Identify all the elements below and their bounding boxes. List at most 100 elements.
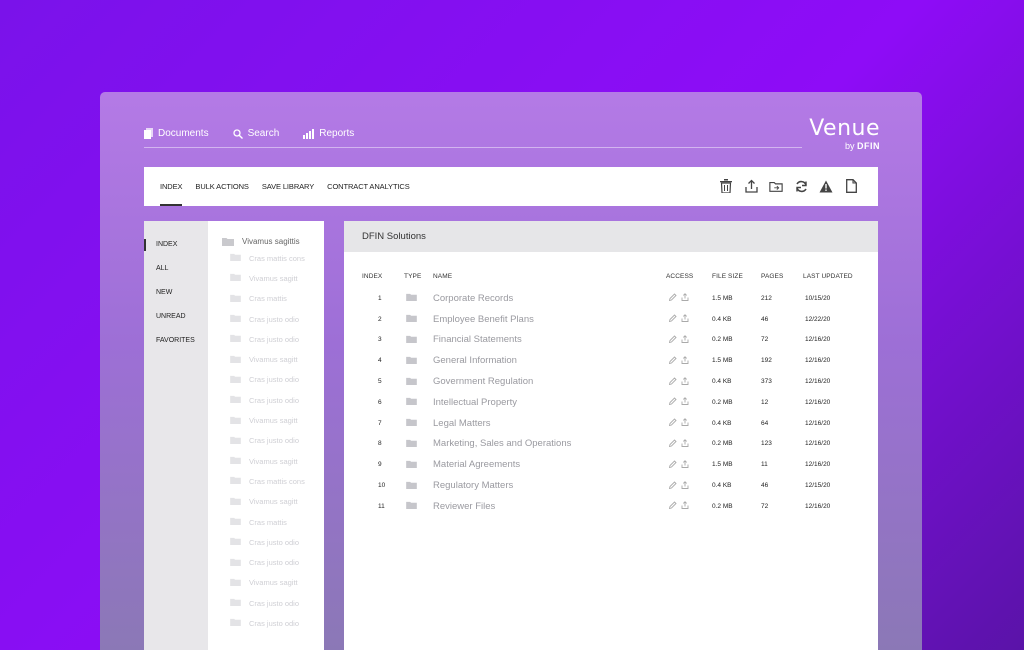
edit-icon[interactable] — [668, 460, 677, 470]
row-index: 11 — [378, 502, 385, 510]
upload-icon[interactable] — [744, 178, 758, 194]
nav-search[interactable]: Search — [232, 128, 280, 139]
leftnav-item[interactable]: ALL — [144, 257, 208, 281]
row-name[interactable]: Government Regulation — [433, 376, 533, 387]
tree-item[interactable]: Vivamus sagitt — [208, 268, 324, 288]
documents-icon — [144, 128, 153, 139]
edit-icon[interactable] — [668, 356, 677, 366]
tab-save-library[interactable]: SAVE LIBRARY — [262, 167, 314, 206]
share-icon[interactable] — [681, 418, 689, 428]
tree-item[interactable]: Cras mattis cons — [208, 471, 324, 491]
share-icon[interactable] — [681, 459, 689, 470]
table-row[interactable]: 11 Reviewer Files 0.2 MB 72 12/16/20 — [344, 496, 878, 517]
tree-item[interactable]: Cras justo odio — [208, 370, 324, 390]
leftnav-item[interactable]: UNREAD — [144, 305, 208, 329]
tree-item[interactable]: Cras justo odio — [208, 309, 324, 329]
tree-item[interactable]: Cras justo odio — [208, 613, 324, 633]
edit-icon[interactable] — [668, 501, 677, 511]
row-name[interactable]: Corporate Records — [433, 293, 513, 304]
tree-item[interactable]: Vivamus sagitt — [208, 349, 324, 369]
trash-icon[interactable] — [719, 178, 733, 194]
table-row[interactable]: 8 Marketing, Sales and Operations 0.2 MB 12… — [344, 434, 878, 455]
col-access[interactable]: ACCESS — [666, 273, 693, 280]
tree-item[interactable]: Cras mattis cons — [208, 248, 324, 268]
top-nav-divider — [144, 147, 802, 148]
edit-icon[interactable] — [668, 397, 677, 407]
share-icon[interactable] — [681, 314, 689, 324]
table-row[interactable]: 4 General Information 1.5 MB 192 12/16/20 — [344, 350, 878, 371]
row-name[interactable]: General Information — [433, 355, 517, 366]
edit-icon[interactable] — [668, 418, 677, 428]
edit-icon[interactable] — [668, 293, 677, 303]
table-row[interactable]: 10 Regulatory Matters 0.4 KB 46 12/15/20 — [344, 475, 878, 496]
tree-item[interactable]: Cras justo odio — [208, 329, 324, 349]
leftnav-item[interactable]: NEW — [144, 281, 208, 305]
edit-icon[interactable] — [668, 335, 677, 345]
share-icon[interactable] — [681, 439, 689, 449]
tab-index[interactable]: INDEX — [160, 167, 183, 206]
col-file-size[interactable]: FILE SIZE — [712, 273, 743, 280]
table-row[interactable]: 1 Corporate Records 1.5 MB 212 10/15/20 — [344, 288, 878, 309]
tree-item[interactable]: Vivamus sagitt — [208, 492, 324, 512]
table-row[interactable]: 7 Legal Matters 0.4 KB 64 12/16/20 — [344, 413, 878, 434]
row-access — [668, 376, 689, 387]
row-file-size: 0.2 MB — [712, 502, 733, 510]
col-type[interactable]: TYPE — [404, 273, 421, 280]
tree-item[interactable]: Cras mattis — [208, 289, 324, 309]
tree-root[interactable]: Vivamus sagittis — [208, 221, 324, 246]
tree-item[interactable]: Cras justo odio — [208, 532, 324, 552]
folder-icon — [230, 598, 241, 608]
share-icon[interactable] — [681, 376, 689, 387]
tab-contract-analytics[interactable]: CONTRACT ANALYTICS — [327, 167, 410, 206]
col-name[interactable]: NAME — [433, 273, 452, 280]
row-index: 5 — [378, 378, 382, 386]
leftnav-item[interactable]: FAVORITES — [144, 329, 208, 353]
folder-icon — [230, 436, 241, 446]
share-icon[interactable] — [681, 293, 689, 303]
row-name[interactable]: Intellectual Property — [433, 397, 517, 408]
tree-item[interactable]: Cras justo odio — [208, 390, 324, 410]
edit-icon[interactable] — [668, 439, 677, 449]
nav-reports[interactable]: Reports — [303, 128, 354, 139]
document-icon[interactable] — [844, 178, 858, 194]
row-name[interactable]: Legal Matters — [433, 418, 491, 429]
row-name[interactable]: Material Agreements — [433, 459, 520, 470]
share-icon[interactable] — [681, 480, 689, 491]
table-row[interactable]: 6 Intellectual Property 0.2 MB 12 12/16/20 — [344, 392, 878, 413]
table-row[interactable]: 5 Government Regulation 0.4 KB 373 12/16/20 — [344, 371, 878, 392]
col-last-updated[interactable]: LAST UPDATED — [803, 273, 853, 280]
share-icon[interactable] — [681, 335, 689, 345]
nav-search-label: Search — [247, 128, 280, 139]
table-row[interactable]: 2 Employee Benefit Plans 0.4 KB 46 12/22/20 — [344, 309, 878, 330]
share-icon[interactable] — [681, 355, 689, 366]
leftnav-item[interactable]: INDEX — [144, 233, 208, 257]
row-name[interactable]: Financial Statements — [433, 334, 522, 345]
edit-icon[interactable] — [668, 376, 677, 387]
tree-item[interactable]: Vivamus sagitt — [208, 451, 324, 471]
tree-item[interactable]: Vivamus sagitt — [208, 573, 324, 593]
share-icon[interactable] — [681, 501, 689, 511]
tree-item[interactable]: Cras justo odio — [208, 552, 324, 572]
row-name[interactable]: Marketing, Sales and Operations — [433, 438, 571, 449]
refresh-icon[interactable] — [794, 178, 808, 194]
table-row[interactable]: 3 Financial Statements 0.2 MB 72 12/16/20 — [344, 330, 878, 351]
warning-icon[interactable] — [819, 178, 833, 194]
tab-bulk-actions[interactable]: BULK ACTIONS — [195, 167, 249, 206]
share-icon[interactable] — [681, 397, 689, 407]
tree-item[interactable]: Cras justo odio — [208, 431, 324, 451]
tree-item[interactable]: Vivamus sagitt — [208, 410, 324, 430]
col-pages[interactable]: PAGES — [761, 273, 783, 280]
col-index[interactable]: INDEX — [362, 273, 382, 280]
tree-item[interactable]: Cras justo odio — [208, 593, 324, 613]
tree-item-label: Cras mattis — [249, 294, 287, 304]
nav-documents[interactable]: Documents — [144, 128, 209, 139]
row-name[interactable]: Reviewer Files — [433, 501, 495, 512]
folder-move-icon[interactable] — [769, 178, 783, 194]
edit-icon[interactable] — [668, 314, 677, 324]
edit-icon[interactable] — [668, 480, 677, 491]
row-name[interactable]: Employee Benefit Plans — [433, 314, 534, 325]
table-row[interactable]: 9 Material Agreements 1.5 MB 11 12/16/20 — [344, 454, 878, 475]
tree-item[interactable]: Cras mattis — [208, 512, 324, 532]
row-name[interactable]: Regulatory Matters — [433, 480, 513, 491]
row-last-updated: 12/16/20 — [805, 336, 831, 344]
